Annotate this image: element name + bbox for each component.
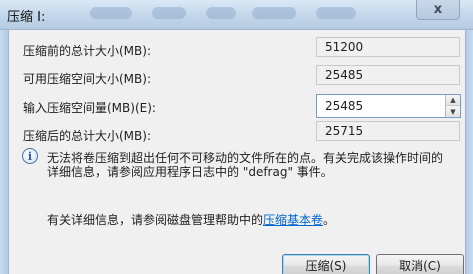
window-frame-left bbox=[0, 30, 8, 274]
dialog-body: 压缩前的总计大小(MB): 51200 可用压缩空间大小(MB): 25485 … bbox=[8, 30, 466, 274]
shrink-amount-label: 输入压缩空间量(MB)(E): bbox=[23, 101, 156, 115]
total-before-value: 51200 bbox=[316, 37, 460, 57]
chevron-up-icon: ▲ bbox=[450, 96, 456, 104]
cancel-button[interactable]: 取消(C) bbox=[376, 254, 464, 274]
shrink-amount-spinner[interactable]: ▲ ▼ bbox=[316, 94, 461, 118]
window-title: 压缩 I: bbox=[7, 10, 46, 25]
window-frame-right bbox=[466, 30, 473, 274]
available-space-label: 可用压缩空间大小(MB): bbox=[23, 72, 151, 86]
total-after-value: 25715 bbox=[316, 121, 460, 141]
info-text-line-2: 详细信息，请参阅应用程序日志中的 "defrag" 事件。 bbox=[47, 165, 333, 179]
available-space-value: 25485 bbox=[316, 65, 460, 85]
spin-up-button[interactable]: ▲ bbox=[445, 95, 460, 106]
close-button[interactable]: x bbox=[416, 0, 460, 20]
help-text-prefix: 有关详细信息，请参阅磁盘管理帮助中的 bbox=[47, 213, 264, 227]
blurred-background-text bbox=[252, 7, 296, 19]
total-before-label: 压缩前的总计大小(MB): bbox=[23, 44, 151, 58]
spin-down-button[interactable]: ▼ bbox=[445, 106, 460, 117]
help-link-shrink-basic-volume[interactable]: 压缩基本卷 bbox=[263, 213, 323, 227]
close-icon: x bbox=[433, 2, 443, 17]
shrink-button[interactable]: 压缩(S) bbox=[282, 254, 370, 274]
blurred-background-text bbox=[316, 7, 356, 19]
info-icon: i bbox=[22, 148, 38, 164]
help-text-suffix: 。 bbox=[323, 213, 336, 227]
title-bar: 压缩 I: x bbox=[0, 0, 473, 30]
shrink-amount-input[interactable] bbox=[317, 95, 445, 117]
blurred-background-text bbox=[90, 7, 132, 19]
blurred-background-text bbox=[206, 7, 236, 19]
help-text: 有关详细信息，请参阅磁盘管理帮助中的压缩基本卷。 bbox=[47, 211, 335, 228]
chevron-down-icon: ▼ bbox=[450, 107, 456, 116]
total-after-label: 压缩后的总计大小(MB): bbox=[23, 129, 151, 143]
blurred-background-text bbox=[152, 7, 186, 19]
